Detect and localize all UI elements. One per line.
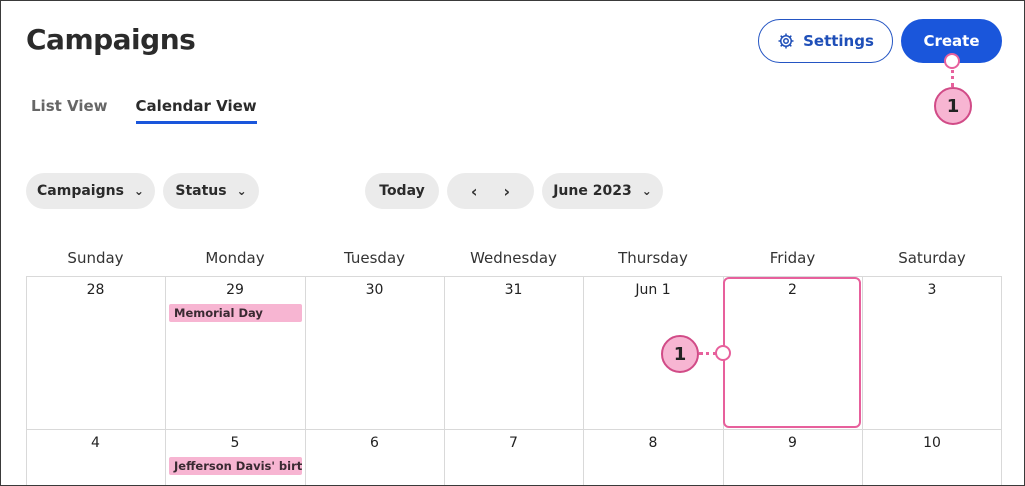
month-label: June 2023 xyxy=(553,183,632,199)
today-label: Today xyxy=(379,183,425,199)
day-cell-6[interactable]: 6 xyxy=(305,435,444,451)
day-cell-jun-1[interactable]: Jun 1 xyxy=(583,282,723,298)
status-filter-dropdown[interactable]: Status ⌄ xyxy=(163,173,259,209)
weekday-sunday: Sunday xyxy=(67,249,124,267)
chevron-down-icon: ⌄ xyxy=(236,184,247,198)
today-button[interactable]: Today xyxy=(365,173,439,209)
create-label: Create xyxy=(923,32,980,50)
tab-calendar-view[interactable]: Calendar View xyxy=(135,97,257,124)
callout-badge-friday: 1 xyxy=(661,335,699,373)
day-cell-10[interactable]: 10 xyxy=(862,435,1002,451)
weekday-friday: Friday xyxy=(769,249,816,267)
grid-line xyxy=(165,276,166,485)
callout-anchor xyxy=(944,53,960,69)
day-cell-3[interactable]: 3 xyxy=(862,282,1002,298)
weekday-monday: Monday xyxy=(205,249,265,267)
chevron-left-icon[interactable]: ‹ xyxy=(461,182,488,201)
grid-line xyxy=(26,429,1002,430)
gear-icon xyxy=(778,33,794,49)
grid-line xyxy=(583,276,584,485)
tab-list-view[interactable]: List View xyxy=(31,97,108,124)
month-selector-dropdown[interactable]: June 2023 ⌄ xyxy=(542,173,663,209)
day-cell-30[interactable]: 30 xyxy=(305,282,444,298)
status-filter-label: Status xyxy=(175,183,227,199)
chevron-down-icon: ⌄ xyxy=(641,184,652,198)
event-memorial-day[interactable]: Memorial Day xyxy=(169,304,302,322)
chevron-down-icon: ⌄ xyxy=(133,184,144,198)
page-title: Campaigns xyxy=(26,23,196,56)
campaigns-page: Campaigns Settings Create List View Cale… xyxy=(0,0,1025,486)
event-jefferson-davis-birthday[interactable]: Jefferson Davis' birthday xyxy=(169,457,302,475)
settings-label: Settings xyxy=(803,32,874,50)
grid-line xyxy=(305,276,306,485)
weekday-thursday: Thursday xyxy=(618,249,688,267)
chevron-right-icon[interactable]: › xyxy=(494,182,521,201)
view-tabs: List View Calendar View xyxy=(31,97,257,124)
campaigns-filter-label: Campaigns xyxy=(37,183,124,199)
friday-highlight-box xyxy=(723,277,861,428)
day-cell-5[interactable]: 5 xyxy=(165,435,305,451)
day-cell-4[interactable]: 4 xyxy=(26,435,165,451)
day-cell-29[interactable]: 29 xyxy=(165,282,305,298)
weekday-wednesday: Wednesday xyxy=(470,249,557,267)
day-cell-31[interactable]: 31 xyxy=(444,282,583,298)
grid-line xyxy=(862,276,863,485)
settings-button[interactable]: Settings xyxy=(758,19,893,63)
weekday-tuesday: Tuesday xyxy=(343,249,406,267)
grid-line xyxy=(444,276,445,485)
day-cell-9[interactable]: 9 xyxy=(723,435,862,451)
day-cell-7[interactable]: 7 xyxy=(444,435,583,451)
callout-badge-create: 1 xyxy=(934,87,972,125)
grid-line xyxy=(1001,276,1002,485)
month-nav: ‹ › xyxy=(447,173,534,209)
campaigns-filter-dropdown[interactable]: Campaigns ⌄ xyxy=(26,173,155,209)
grid-line xyxy=(26,276,27,485)
callout-anchor xyxy=(715,345,731,361)
day-cell-28[interactable]: 28 xyxy=(26,282,165,298)
day-cell-8[interactable]: 8 xyxy=(583,435,723,451)
weekday-saturday: Saturday xyxy=(898,249,966,267)
